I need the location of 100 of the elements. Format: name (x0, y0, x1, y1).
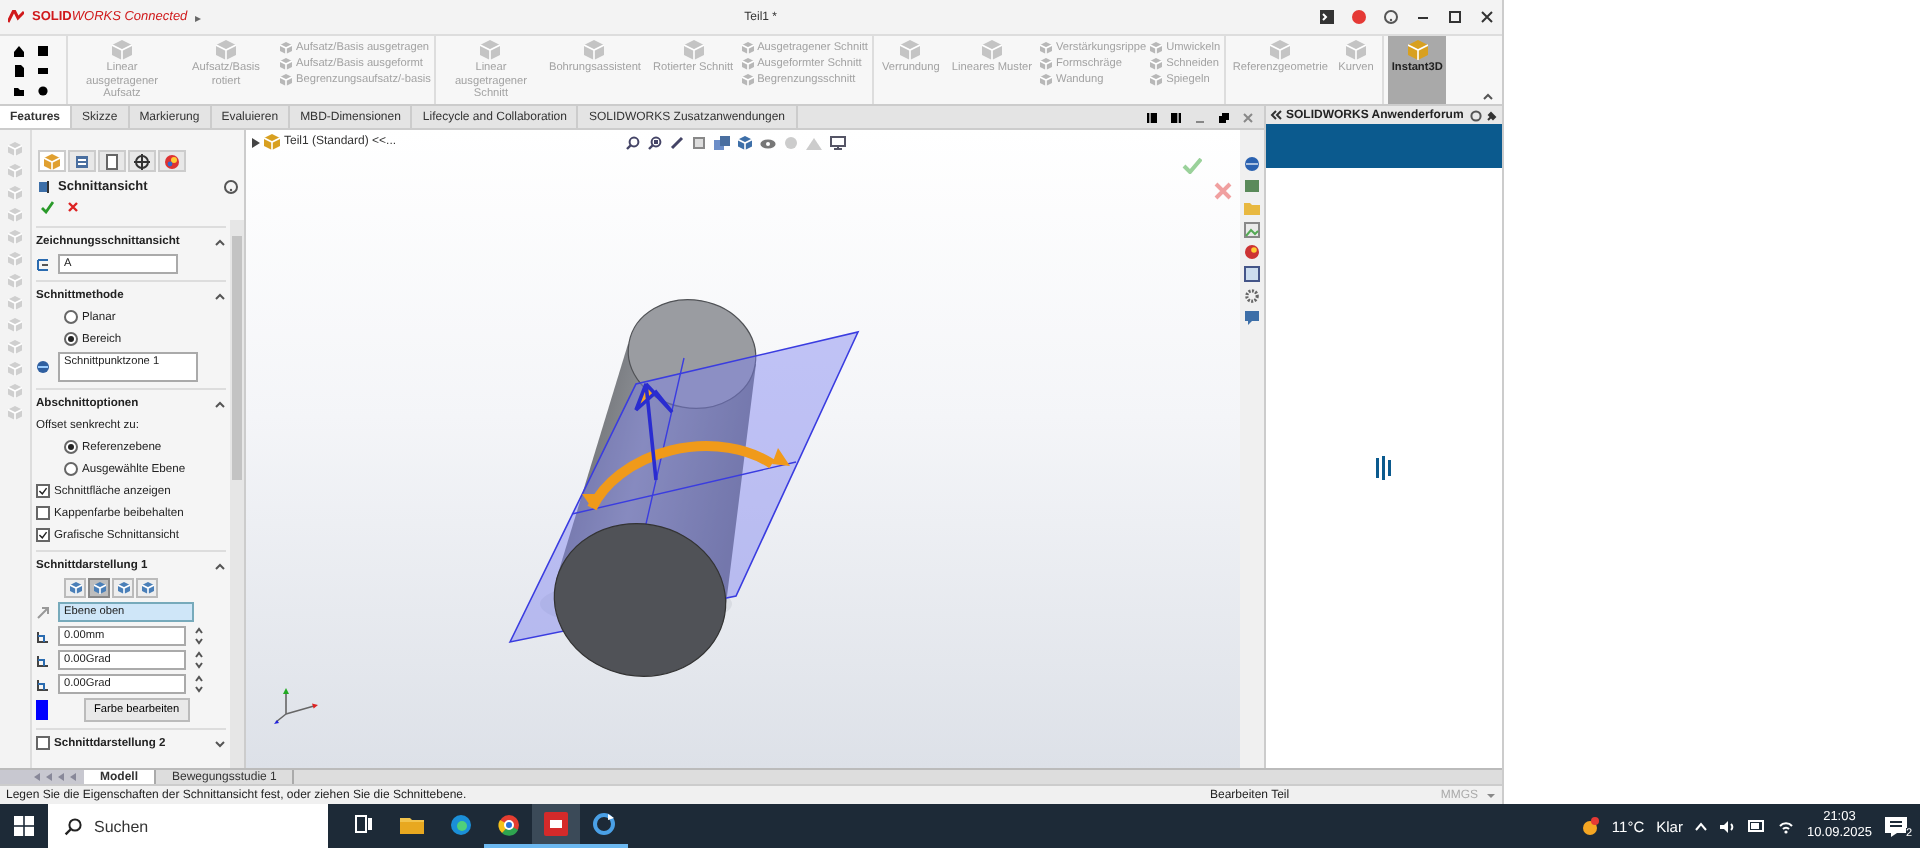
cylinder-section-drawing[interactable] (508, 299, 860, 677)
browser-icon[interactable] (497, 813, 519, 835)
network-icon[interactable] (1778, 819, 1795, 833)
checkbox[interactable] (36, 736, 50, 750)
cube-icon (1150, 58, 1163, 70)
cube-icon (93, 582, 105, 594)
color-ball-icon (164, 153, 180, 169)
collapse-icon[interactable] (1270, 110, 1282, 120)
zoom-area-icon[interactable] (648, 136, 662, 150)
folder-icon[interactable] (400, 814, 424, 834)
section-mode-button[interactable] (88, 578, 110, 598)
restore-icon[interactable] (1218, 111, 1230, 123)
notification-icon[interactable] (1884, 815, 1908, 837)
terminal-icon[interactable] (1320, 10, 1334, 24)
color-ball-icon[interactable] (1244, 244, 1260, 260)
new-file-icon[interactable] (12, 64, 26, 78)
chat-icon[interactable] (1244, 310, 1260, 326)
save-icon[interactable] (36, 44, 50, 58)
taskbar-app-button[interactable] (532, 804, 580, 848)
library-icon[interactable] (1244, 178, 1260, 194)
battery-icon[interactable] (1748, 820, 1767, 832)
section-mode-button[interactable] (112, 578, 134, 598)
scrollbar[interactable] (230, 220, 244, 768)
zoom-icon[interactable] (626, 136, 640, 150)
collapse-icon[interactable] (214, 399, 226, 407)
cube-icon (1407, 40, 1428, 60)
confirm-icon[interactable] (40, 200, 54, 214)
cube-icon (280, 42, 292, 54)
collapse-icon[interactable] (214, 237, 226, 245)
checkbox[interactable] (36, 506, 50, 520)
cube-icon (280, 58, 292, 70)
expand-arrow-icon[interactable] (252, 137, 260, 147)
browser-icon[interactable] (449, 813, 471, 835)
spin-icon[interactable] (194, 674, 204, 694)
section-mode-button[interactable] (136, 578, 158, 598)
picture-icon[interactable] (1244, 222, 1260, 238)
cube-icon (741, 42, 754, 54)
app-icon[interactable] (544, 812, 568, 836)
record-icon[interactable] (1352, 10, 1366, 24)
monitor-icon[interactable] (830, 136, 846, 150)
loading-icon (1376, 456, 1392, 480)
globe-icon[interactable] (1244, 156, 1260, 172)
angle-icon (36, 677, 50, 691)
maximize-icon[interactable] (1448, 10, 1462, 24)
refresh-icon[interactable] (1470, 109, 1482, 121)
cube-icon (69, 582, 81, 594)
pin-icon[interactable] (1486, 109, 1498, 121)
cube-icon (1150, 42, 1163, 54)
panel-icon[interactable] (1244, 266, 1260, 282)
appearance-tab[interactable] (158, 150, 186, 172)
help-icon[interactable] (1384, 10, 1398, 24)
document-icon (104, 153, 120, 169)
cube-icon (1040, 58, 1052, 70)
arrow-icon (36, 605, 50, 619)
crosshair-icon (134, 153, 150, 169)
cube-icon[interactable] (738, 136, 752, 150)
pencil-icon[interactable] (670, 136, 684, 150)
cube-stack-icon[interactable] (714, 136, 730, 150)
weather-icon[interactable] (1579, 816, 1600, 836)
radio-button[interactable] (64, 332, 78, 346)
search-field[interactable]: Suchen (48, 804, 328, 848)
spin-icon[interactable] (194, 650, 204, 670)
speaker-icon[interactable] (1720, 819, 1737, 833)
search-icon (64, 817, 82, 835)
open-file-icon[interactable] (12, 84, 26, 98)
axis-triad-icon (270, 686, 322, 726)
property-tab[interactable] (68, 150, 96, 172)
windows-icon[interactable] (14, 816, 34, 836)
radio-button[interactable] (64, 462, 78, 476)
cube-icon (1040, 74, 1052, 86)
eye-icon[interactable] (760, 137, 776, 149)
chevron-up-icon[interactable] (1694, 821, 1709, 831)
sync-icon[interactable] (592, 812, 616, 836)
cube-icon (44, 153, 60, 169)
radio-button[interactable] (64, 310, 78, 324)
collapse-ribbon-icon[interactable] (1482, 92, 1494, 100)
collapse-icon[interactable] (214, 561, 226, 569)
cube-icon (141, 582, 153, 594)
home-icon[interactable] (12, 44, 26, 58)
section-mode-button[interactable] (64, 578, 86, 598)
config-tab[interactable] (98, 150, 126, 172)
checkbox[interactable] (36, 484, 50, 498)
task-view-icon[interactable] (354, 814, 374, 834)
tile-icon[interactable] (1146, 111, 1158, 123)
cancel-icon[interactable] (66, 200, 80, 214)
dimension-tab[interactable] (128, 150, 156, 172)
tile-icon[interactable] (1170, 111, 1182, 123)
list-icon (74, 153, 90, 169)
cube-icon (117, 582, 129, 594)
collapse-icon[interactable] (214, 291, 226, 299)
close-icon[interactable] (1480, 10, 1494, 24)
spin-icon[interactable] (194, 626, 204, 646)
part-icon (264, 134, 280, 150)
radio-button[interactable] (64, 440, 78, 454)
checkbox[interactable] (36, 528, 50, 542)
search-placeholder: Suchen (94, 817, 149, 835)
collapse-icon[interactable] (214, 739, 226, 747)
page-icon[interactable] (692, 136, 706, 150)
help-icon[interactable] (224, 180, 238, 194)
caret-icon[interactable] (1486, 791, 1496, 799)
